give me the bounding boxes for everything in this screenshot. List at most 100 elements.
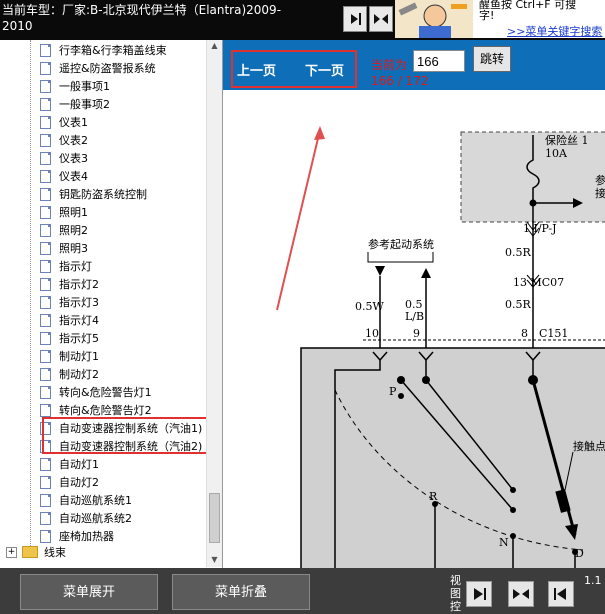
document-icon [40, 457, 51, 471]
document-icon [40, 385, 51, 399]
wire-05r-1: 0.5R [505, 246, 531, 259]
inhibitor-switch-body [300, 347, 605, 568]
document-icon [40, 313, 51, 327]
document-icon [40, 79, 51, 93]
tree-guide-line [30, 40, 31, 552]
scroll-down-icon[interactable]: ▼ [209, 554, 220, 566]
tree-item-label: 指示灯4 [59, 314, 99, 327]
document-icon [40, 403, 51, 417]
wire-mc07: 13 MC07 [513, 276, 564, 289]
tree-item[interactable]: 制动灯2 [40, 365, 99, 383]
tree-item[interactable]: 一般事项1 [40, 77, 110, 95]
tree-item[interactable]: 照明1 [40, 203, 88, 221]
menu-expand-button[interactable]: 菜单展开 [20, 574, 158, 610]
view-back-button[interactable] [548, 581, 574, 607]
document-icon [40, 205, 51, 219]
tree-item-label: 照明2 [59, 224, 88, 237]
tree-item[interactable]: 仪表3 [40, 149, 88, 167]
tree-item[interactable]: 照明3 [40, 239, 88, 257]
tree-item[interactable]: 转向&危险警告灯1 [40, 383, 152, 401]
highlight-annotation [42, 417, 208, 454]
page-number-input[interactable] [413, 50, 465, 72]
scroll-up-icon[interactable]: ▲ [209, 40, 220, 52]
tree-item-label: 一般事项2 [59, 98, 110, 111]
tree-item-label: 自动灯1 [59, 458, 99, 471]
pos-r: R [429, 490, 438, 503]
document-icon [40, 511, 51, 525]
jump-button[interactable]: 跳转 [473, 46, 511, 72]
tree-item[interactable]: 仪表4 [40, 167, 88, 185]
tree-item[interactable]: 一般事项2 [40, 95, 110, 113]
document-icon [40, 241, 51, 255]
tree-item-label: 转向&危险警告灯1 [59, 386, 152, 399]
tree-item[interactable]: 自动巡航系统2 [40, 509, 132, 527]
folder-icon [22, 546, 38, 558]
ad-banner[interactable]: 醒鱼按 Ctrl+F 可搜 字! >>菜单关键字搜索 [395, 0, 605, 38]
tree-item[interactable]: 仪表2 [40, 131, 88, 149]
pin-8: 8 [521, 327, 528, 340]
wire-05lb-b: L/B [405, 310, 424, 323]
prev-page-link[interactable]: 上一页 [237, 60, 276, 79]
tree-item-label: 仪表3 [59, 152, 88, 165]
tree-item[interactable]: 指示灯3 [40, 293, 99, 311]
tree-item[interactable]: 自动灯2 [40, 473, 99, 491]
document-icon [40, 259, 51, 273]
tree-item-label: 照明1 [59, 206, 88, 219]
contact-label: 接触点 [573, 439, 605, 453]
tree-item-label: 转向&危险警告灯2 [59, 404, 152, 417]
arrows-inward-icon [513, 589, 529, 599]
document-icon [40, 475, 51, 489]
mechanic-illustration [395, 0, 473, 38]
tree-item-label: 钥匙防盗系统控制 [59, 188, 147, 201]
view-forward-button[interactable] [466, 581, 492, 607]
document-icon [40, 295, 51, 309]
pos-p: P [389, 385, 397, 398]
tree-item-label: 制动灯2 [59, 368, 99, 381]
diagram-viewer: 上一页 下一页 当前为 跳转 166 / 172 保险丝 1 10A 参 接 1… [223, 40, 605, 568]
wire-ip-label: 1 I/P-J [523, 222, 556, 235]
tree-item-label: 仪表4 [59, 170, 88, 183]
toggle-layout-button[interactable] [369, 6, 393, 32]
next-page-link[interactable]: 下一页 [305, 60, 344, 79]
tree-item[interactable]: 照明2 [40, 221, 88, 239]
document-icon [40, 529, 51, 543]
tree-item-label: 座椅加热器 [59, 530, 114, 543]
tree-item[interactable]: 自动灯1 [40, 455, 99, 473]
tree-item[interactable]: 座椅加热器 [40, 527, 114, 545]
wire-05w: 0.5W [355, 300, 384, 313]
tree-item-label: 指示灯5 [59, 332, 99, 345]
document-icon [40, 97, 51, 111]
folder-label: 线束 [44, 546, 66, 559]
tree-item[interactable]: 指示灯2 [40, 275, 99, 293]
view-fit-button[interactable] [508, 581, 534, 607]
ad-text-2: 字! [479, 9, 495, 22]
tree-item[interactable]: 指示灯 [40, 257, 92, 275]
sidebar-scrollbar[interactable]: ▲ ▼ [206, 40, 222, 567]
tree-folder-wiring[interactable]: + 线束 [6, 544, 66, 560]
fit-width-button[interactable] [343, 6, 367, 32]
menu-tree: 行李箱&行李箱盖线束 遥控&防盗警报系统 一般事项1 一般事项2 仪表1 仪表2 仪表3 仪表… [0, 40, 223, 568]
fuse-label: 保险丝 1 [545, 133, 589, 147]
tree-item[interactable]: 遥控&防盗警报系统 [40, 59, 156, 77]
keyword-search-link[interactable]: >>菜单关键字搜索 [507, 23, 602, 39]
document-icon [40, 349, 51, 363]
tree-item[interactable]: 自动巡航系统1 [40, 491, 132, 509]
fuse-rating: 10A [545, 147, 568, 160]
tree-item[interactable]: 仪表1 [40, 113, 88, 131]
pos-n: N [499, 536, 509, 549]
tree-item[interactable]: 指示灯5 [40, 329, 99, 347]
tree-item[interactable]: 制动灯1 [40, 347, 99, 365]
scroll-thumb[interactable] [209, 493, 220, 543]
tree-item[interactable]: 钥匙防盗系统控制 [40, 185, 147, 203]
tree-item-label: 指示灯2 [59, 278, 99, 291]
document-icon [40, 169, 51, 183]
arrows-inward-icon [374, 14, 388, 24]
tree-item-label: 照明3 [59, 242, 88, 255]
tree-item[interactable]: 行李箱&行李箱盖线束 [40, 41, 167, 59]
pin-9: 9 [413, 327, 420, 340]
zoom-level: 1.1 [584, 574, 602, 587]
menu-collapse-button[interactable]: 菜单折叠 [172, 574, 310, 610]
tree-item[interactable]: 指示灯4 [40, 311, 99, 329]
ref-start-label: 参考起动系统 [368, 237, 434, 251]
expand-plus-icon[interactable]: + [6, 546, 17, 558]
